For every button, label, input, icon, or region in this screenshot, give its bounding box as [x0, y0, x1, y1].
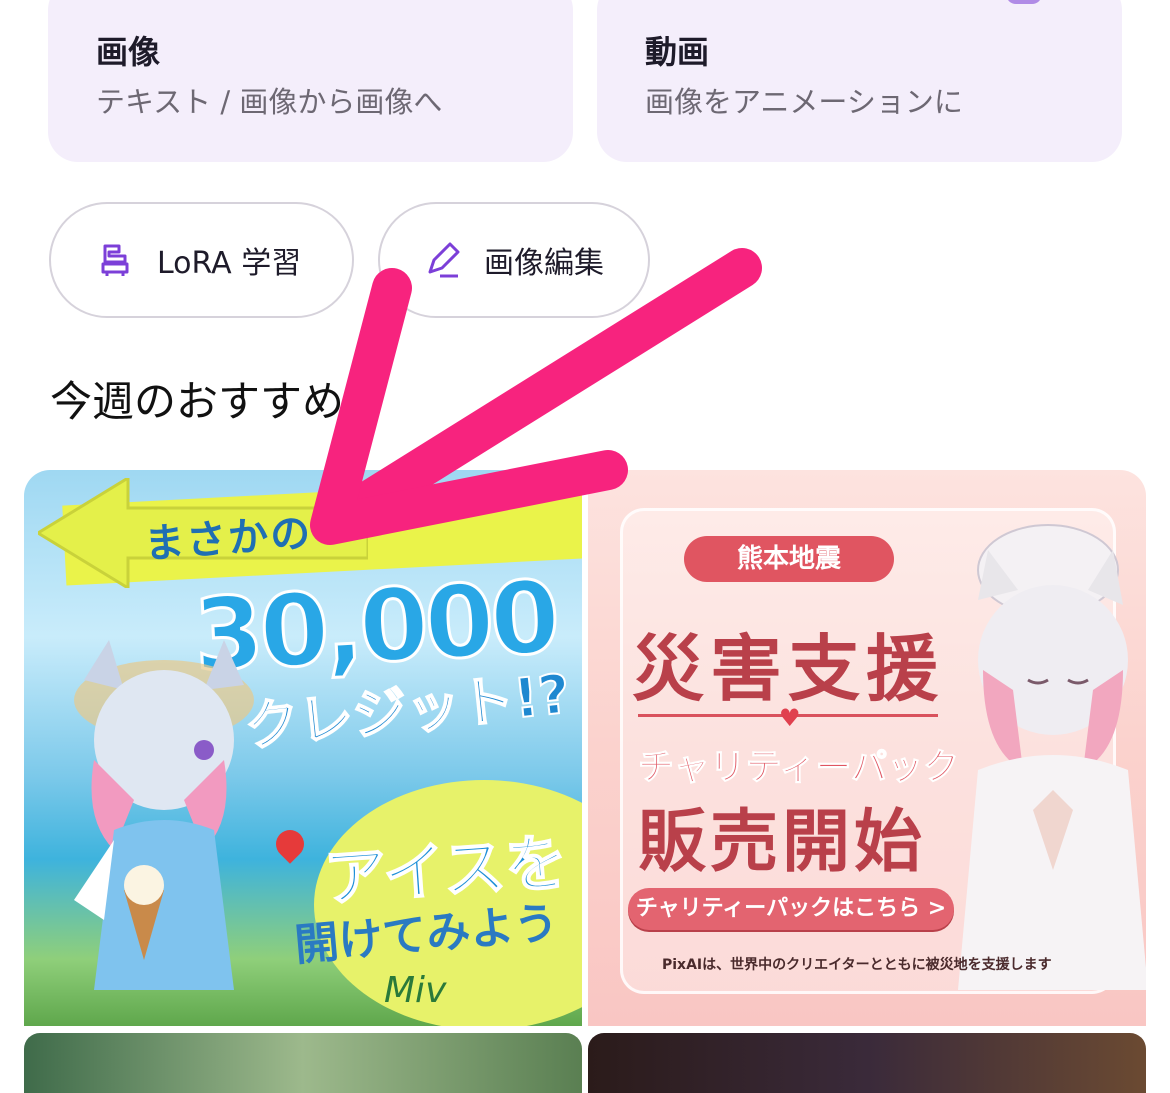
sale-start-title: 販売開始 [638, 802, 927, 882]
nurse-character-illustration [958, 524, 1146, 990]
pencil-icon [428, 242, 460, 278]
disaster-support-title: 災害支援 [632, 626, 945, 711]
promo-banner-ice-credits[interactable]: まさかの 30,000 クレジット!? アイスを 開けてみよう Miv [24, 470, 582, 1026]
lora-icon [101, 244, 129, 276]
earthquake-tag: 熊本地震 [684, 536, 894, 582]
section-title: 今週のおすすめ [50, 377, 345, 426]
artist-signature: Miv [384, 970, 447, 1011]
recommendation-thumbnail[interactable] [588, 1033, 1146, 1093]
charity-pack-banner[interactable]: 熊本地震 災害支援 ♥ チャリティーパック 販売開始 チャリティーパックはこちら… [588, 470, 1146, 1026]
anime-character-illustration [74, 640, 254, 990]
video-generation-card[interactable]: 動画 画像をアニメーションに [597, 0, 1122, 162]
charity-pack-title: チャリティーパック [637, 747, 960, 789]
card-title: 動画 [645, 33, 710, 71]
card-title: 画像 [96, 33, 161, 71]
banner-headline: まさかの [142, 510, 314, 568]
card-subtitle: 画像をアニメーションに [645, 85, 963, 119]
card-subtitle: テキスト / 画像から画像へ [96, 85, 443, 119]
map-pin-icon [270, 824, 310, 864]
recommendation-thumbnail[interactable] [24, 1033, 582, 1093]
heart-icon: ♥ [779, 704, 801, 732]
support-note: PixAIは、世界中のクリエイターとともに被災地を支援します [662, 957, 1052, 973]
lora-training-button[interactable]: LoRA 学習 [49, 202, 354, 318]
image-generation-card[interactable]: 画像 テキスト / 画像から画像へ [48, 0, 573, 162]
new-badge-icon [1006, 0, 1042, 4]
charity-pack-link-button[interactable]: チャリティーパックはこちら > [628, 888, 954, 930]
pill-label: LoRA 学習 [157, 246, 302, 281]
image-edit-button[interactable]: 画像編集 [378, 202, 650, 318]
pill-label: 画像編集 [484, 246, 604, 281]
